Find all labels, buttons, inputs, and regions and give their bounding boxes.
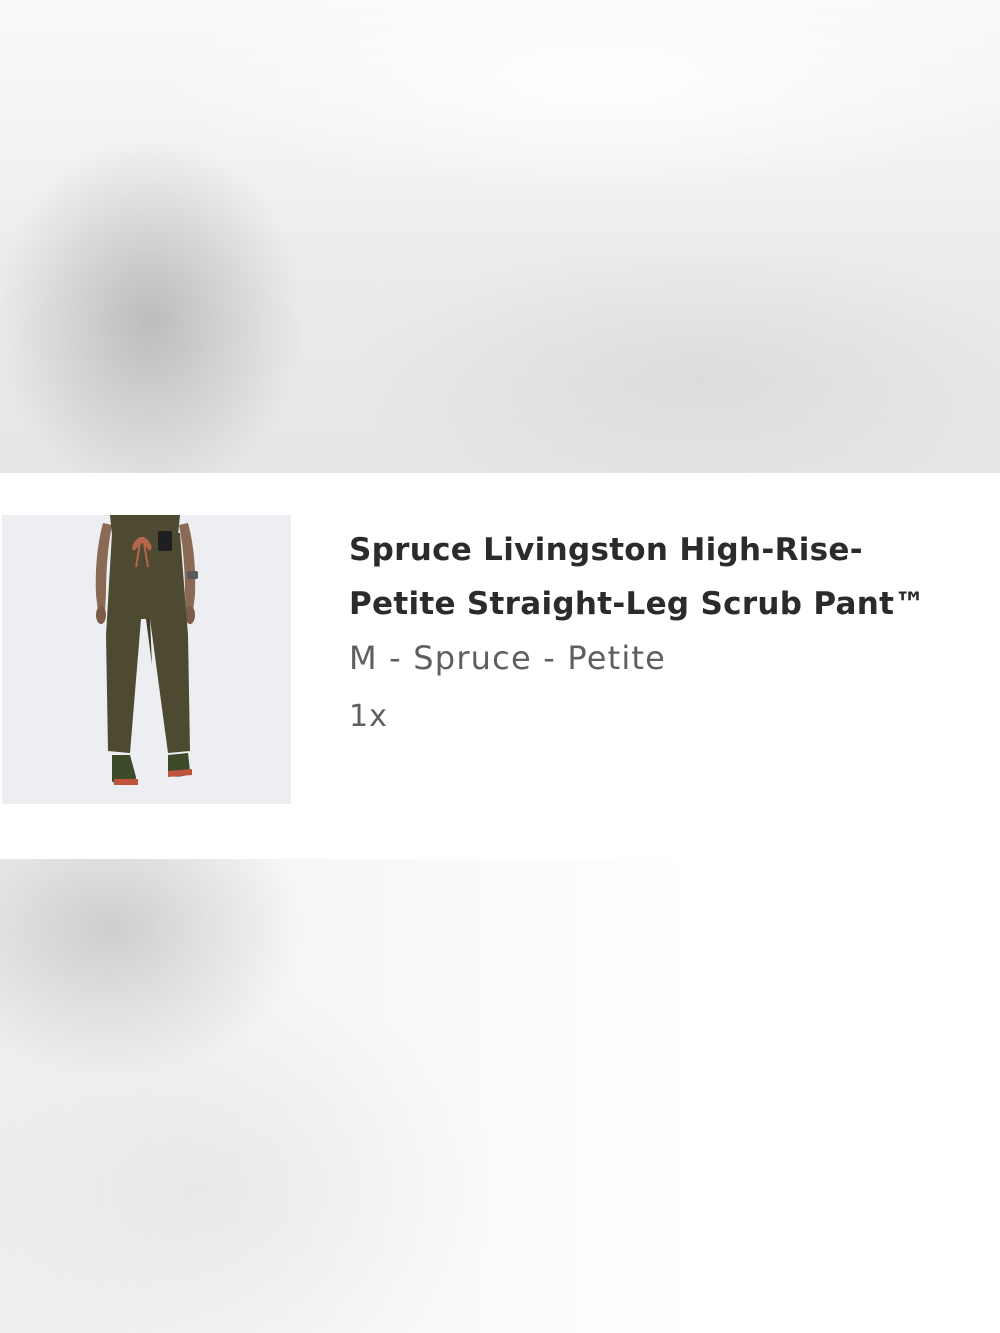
product-title-line-1[interactable]: Spruce Livingston High-Rise- — [349, 532, 863, 568]
blurred-background-bottom — [0, 859, 1000, 1333]
scrub-pant-model-image — [2, 515, 291, 804]
product-variant: M - Spruce - Petite — [349, 639, 667, 677]
product-title-line-2[interactable]: Petite Straight-Leg Scrub Pant™ — [349, 586, 926, 622]
product-info: Spruce Livingston High-Rise- Petite Stra… — [349, 523, 989, 739]
product-quantity: 1x — [349, 699, 388, 734]
product-thumbnail[interactable] — [2, 515, 291, 804]
product-title[interactable]: Spruce Livingston High-Rise- Petite Stra… — [349, 523, 989, 631]
cart-line-item[interactable]: Spruce Livingston High-Rise- Petite Stra… — [0, 473, 1000, 859]
blurred-background-top — [0, 0, 1000, 473]
